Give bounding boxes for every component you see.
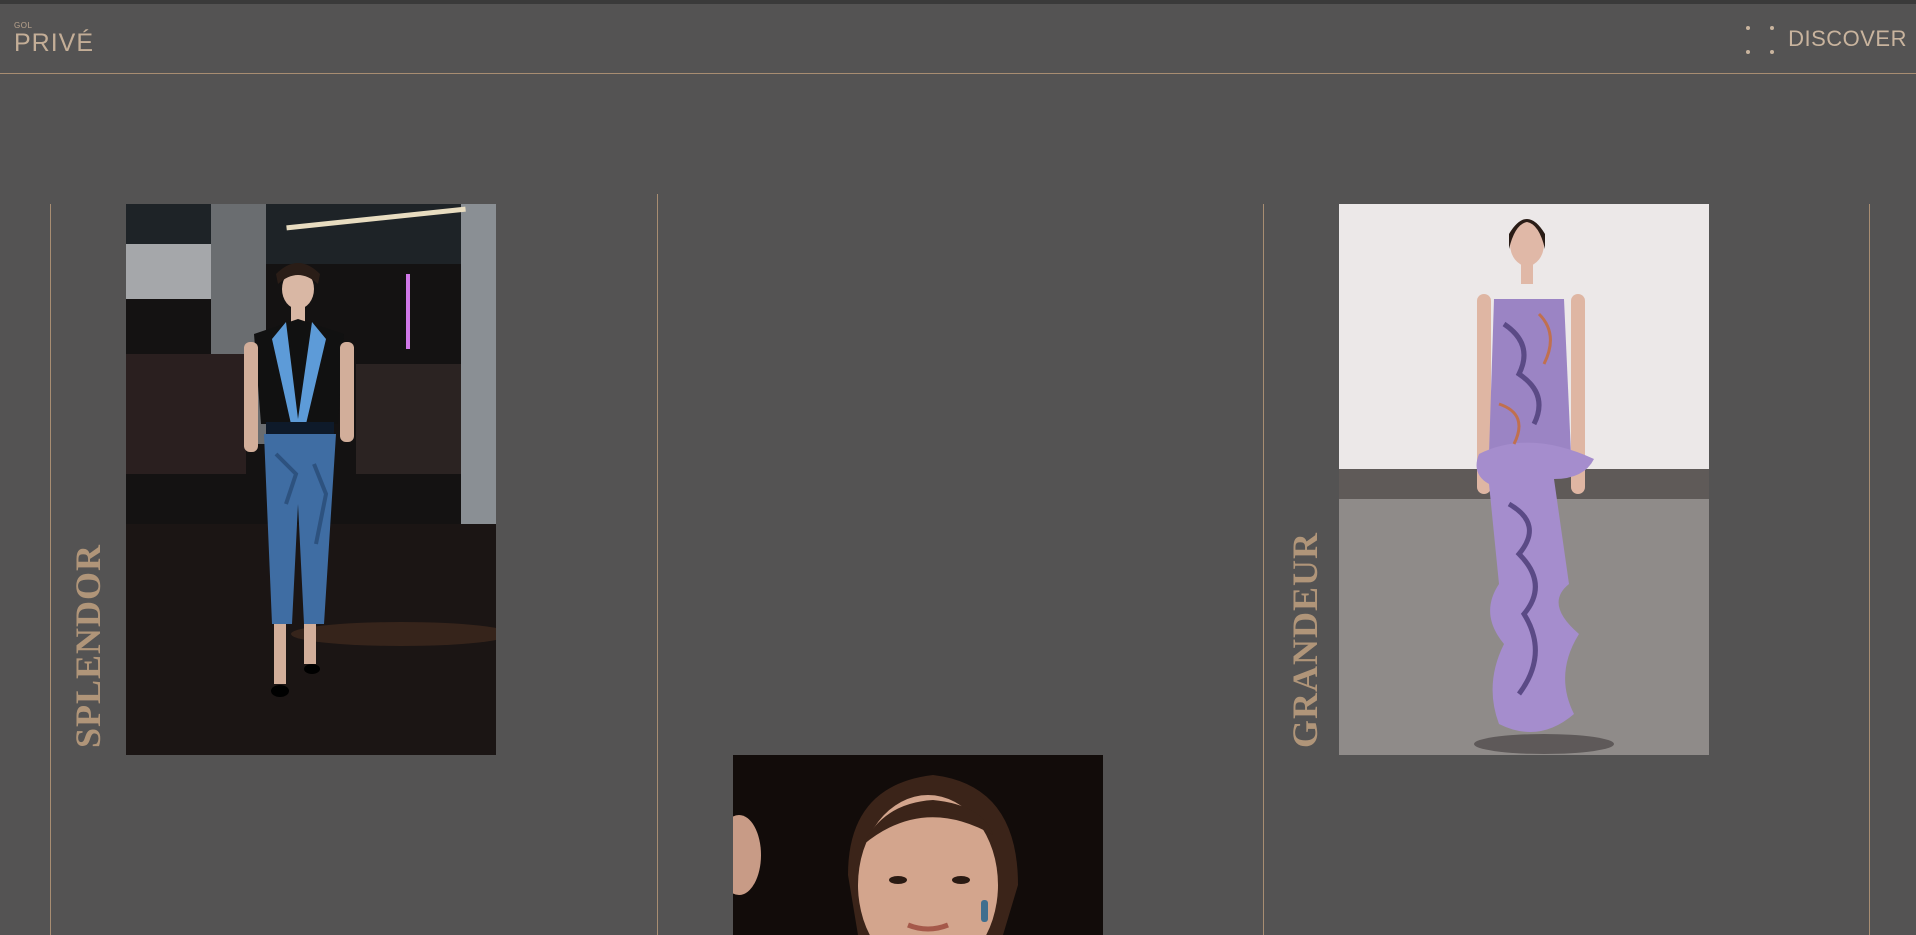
site-logo[interactable]: GOL PRIVÉ — [14, 19, 94, 59]
collection-image-portrait[interactable] — [733, 755, 1103, 935]
divider-line — [1869, 204, 1870, 935]
divider-line — [1263, 204, 1264, 935]
collection-title-grandeur[interactable]: GRANDEUR — [1284, 526, 1326, 748]
divider-line — [50, 204, 51, 935]
collection-image-splendor[interactable] — [126, 204, 496, 755]
discover-label: DISCOVER — [1788, 26, 1907, 51]
divider-line — [657, 194, 658, 935]
collection-image-grandeur[interactable] — [1339, 204, 1709, 755]
discover-menu-button[interactable]: DISCOVER — [1744, 22, 1907, 56]
grid-dots-icon — [1744, 24, 1775, 54]
site-header: GOL PRIVÉ DISCOVER — [0, 4, 1916, 74]
logo-text: PRIVÉ — [14, 29, 95, 57]
collection-title-splendor[interactable]: SPLENDOR — [67, 540, 109, 748]
